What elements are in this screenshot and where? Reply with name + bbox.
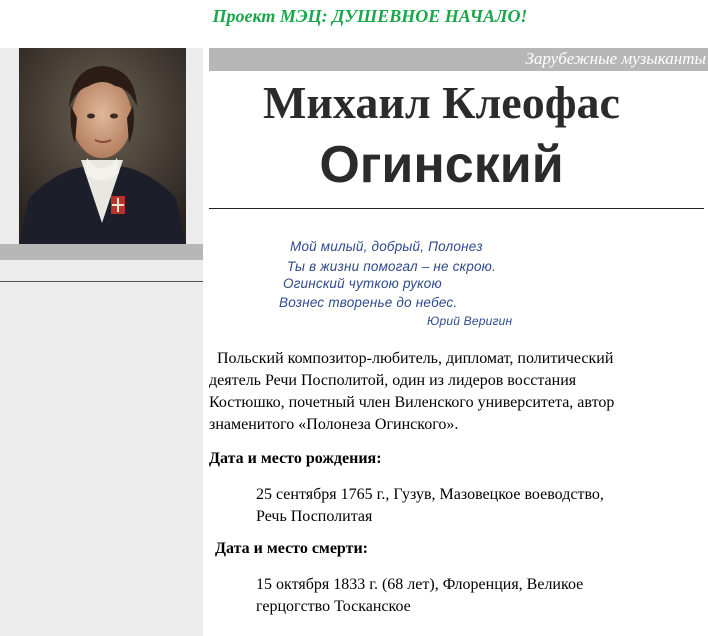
bio-line: знаменитого «Полонеза Огинского».	[209, 416, 459, 433]
poem-author: Юрий Веригин	[427, 314, 513, 328]
portrait-image	[19, 48, 186, 244]
death-line: 15 октября 1833 г. (68 лет), Флоренция, …	[256, 576, 584, 593]
left-divider	[0, 281, 203, 282]
poem-line: Огинский чуткою рукою	[283, 276, 442, 291]
bio-line: Польский композитор-любитель, дипломат, …	[209, 350, 614, 367]
birth-label: Дата и место рождения:	[209, 450, 382, 467]
poem-line: Ты в жизни помогал – не скрою.	[287, 259, 496, 274]
poem-line: Вознес творенье до небес.	[279, 295, 458, 310]
title-divider	[209, 208, 704, 209]
left-gray-bar	[0, 244, 203, 260]
category-bar: Зарубежные музыканты	[209, 48, 708, 71]
birth-line: 25 сентября 1765 г., Гузув, Мазовецкое в…	[256, 486, 604, 503]
category-label[interactable]: Зарубежные музыканты	[525, 49, 706, 69]
left-column	[0, 48, 203, 636]
site-title: Проект МЭЦ: ДУШЕВНОЕ НАЧАЛО!	[212, 6, 528, 26]
poem-line: Мой милый, добрый, Полонез	[290, 239, 483, 254]
bio-line: деятель Речи Посполитой, один из лидеров…	[209, 372, 577, 389]
bio-line: Костюшко, почетный член Виленского униве…	[209, 394, 615, 411]
birth-line: Речь Посполитая	[256, 508, 373, 525]
death-label: Дата и место смерти:	[215, 540, 369, 557]
biography: Польский композитор-любитель, дипломат, …	[209, 348, 706, 436]
death-line: герцогство Тосканское	[256, 598, 411, 615]
death-value: 15 октября 1833 г. (68 лет), Флоренция, …	[256, 574, 696, 618]
person-first-name: Михаил Клеофас	[263, 77, 620, 128]
person-last-name: Огинский	[319, 136, 564, 194]
birth-value: 25 сентября 1765 г., Гузув, Мазовецкое в…	[256, 484, 696, 528]
